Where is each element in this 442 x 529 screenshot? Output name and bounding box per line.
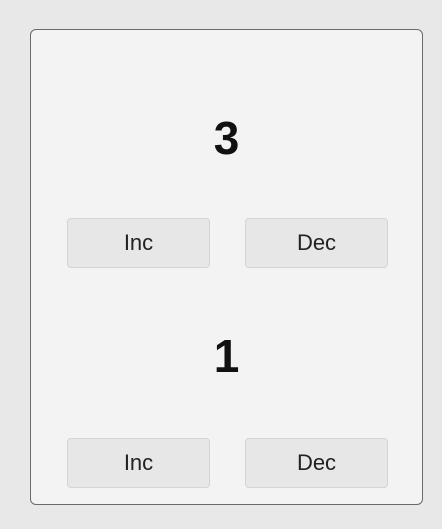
counter-1-value: 3 <box>213 112 240 164</box>
counter-2-value: 1 <box>213 330 240 382</box>
counter-2-dec-button[interactable]: Dec <box>245 438 388 488</box>
counter-2-inc-button[interactable]: Inc <box>67 438 210 488</box>
counter-1-inc-button[interactable]: Inc <box>67 218 210 268</box>
counter-panel: 3 Inc Dec 1 Inc Dec <box>30 29 423 505</box>
counter-1-dec-button[interactable]: Dec <box>245 218 388 268</box>
